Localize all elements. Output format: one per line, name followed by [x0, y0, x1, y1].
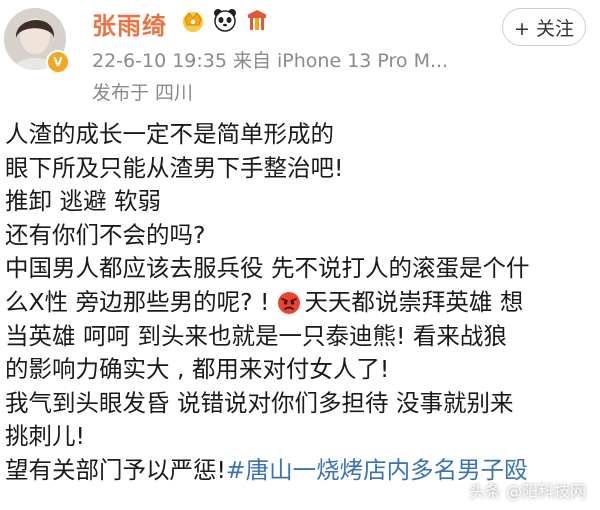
crown-icon[interactable]	[180, 7, 206, 33]
post-line-text: 么X性 旁边那些男的呢? !	[5, 287, 270, 316]
panda-icon[interactable]	[212, 7, 238, 33]
post-line: 我气到头眼发昏 说错说对你们多担待 没事就别来	[5, 388, 514, 417]
post-line-text: 天天都说崇拜英雄 想	[304, 287, 524, 316]
post-header: V 张雨绮 22-6-10 19:35 来自 iPhone 13 Pro M..…	[0, 0, 600, 110]
gate-icon[interactable]	[244, 7, 270, 33]
post-meta: 22-6-10 19:35 来自 iPhone 13 Pro M...	[92, 50, 449, 72]
post-line-with-emoji: 么X性 旁边那些男的呢? ! 天天都说崇拜英雄 想	[5, 286, 595, 320]
author-badges	[180, 7, 270, 33]
post-line: 人渣的成长一定不是简单形成的	[5, 120, 334, 148]
post-line: 挑刺儿!	[5, 422, 85, 451]
post-location: 发布于 四川	[92, 82, 194, 104]
post-line: 还有你们不会的吗?	[5, 220, 206, 249]
author-name[interactable]: 张雨绮	[92, 6, 167, 41]
post-line: 的影响力确实大 , 都用来对付女人了!	[5, 355, 390, 384]
post-line: 当英雄 呵呵 到头来也就是一只泰迪熊! 看来战狼	[5, 321, 507, 350]
verified-badge-icon: V	[46, 50, 70, 74]
post-line: 中国男人都应该去服兵役 先不说打人的滚蛋是个什	[5, 254, 530, 283]
post-line: 推卸 逃避 软弱	[5, 187, 161, 216]
post-body: 人渣的成长一定不是简单形成的 眼下所及只能从渣男下手整治吧! 推卸 逃避 软弱 …	[5, 118, 595, 488]
angry-face-icon	[278, 291, 301, 314]
post-line-text: 望有关部门予以严惩!	[5, 455, 226, 484]
post-line: 眼下所及只能从渣男下手整治吧!	[5, 153, 344, 182]
watermark: 头条 @阳科技网	[468, 482, 586, 501]
follow-button[interactable]: + 关注	[502, 8, 586, 46]
